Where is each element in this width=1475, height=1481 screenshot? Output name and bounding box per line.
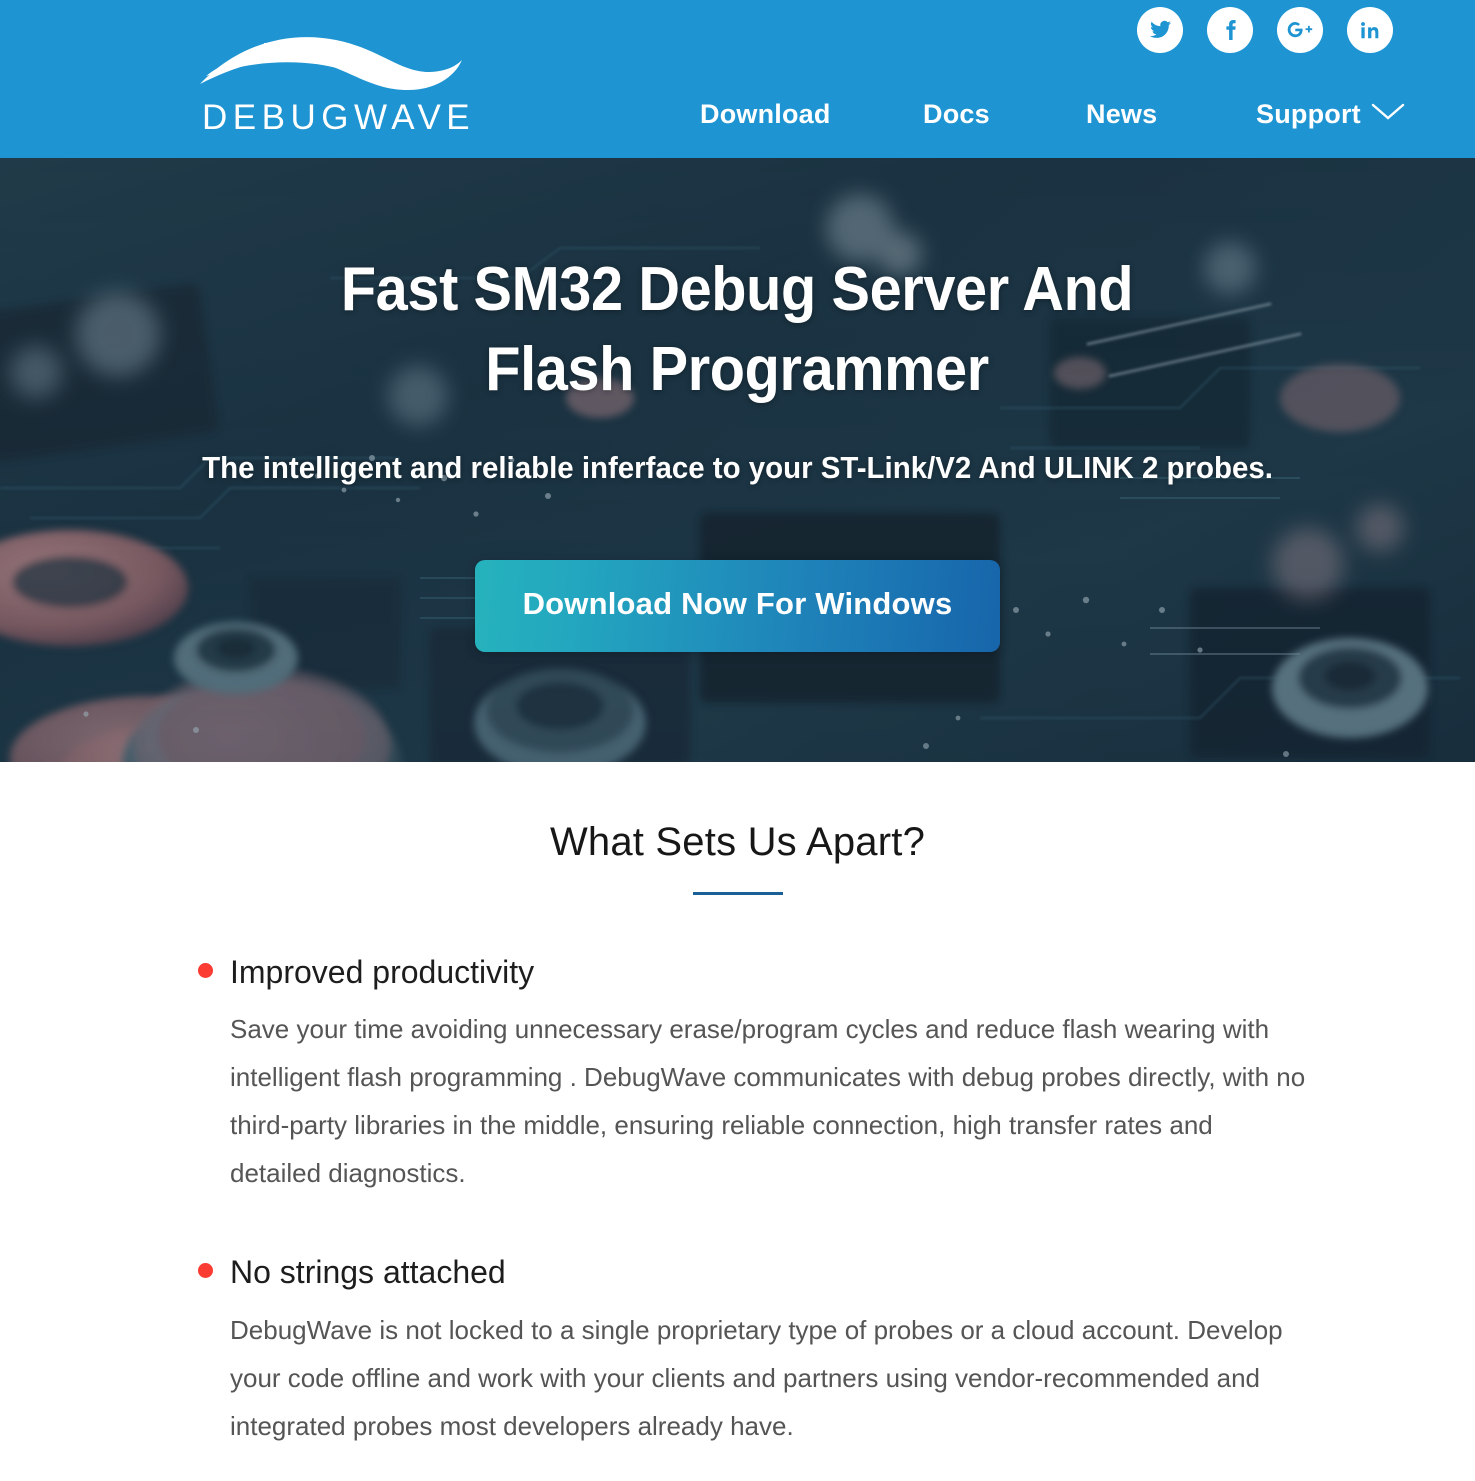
hero-title-line-2: Flash Programmer [485, 335, 990, 404]
main-navigation: Download Docs News Support [700, 99, 1405, 130]
feature-title: Improved productivity [230, 954, 535, 990]
section-underline [692, 892, 783, 895]
hero-subtitle: The intelligent and reliable inferface t… [202, 450, 1273, 485]
download-now-button[interactable]: Download Now For Windows [474, 560, 1001, 652]
feature-item: No strings attached DebugWave is not loc… [198, 1253, 1325, 1449]
social-link-linkedin[interactable] [1347, 7, 1393, 53]
hero-section: Fast SM32 Debug Server And Flash Program… [0, 158, 1475, 762]
brand-logo[interactable]: DEBUGWAVE [196, 26, 476, 137]
social-link-twitter[interactable] [1137, 7, 1183, 53]
social-link-googleplus[interactable] [1277, 7, 1323, 53]
feature-list: Improved productivity Save your time avo… [0, 953, 1475, 1481]
nav-link-news[interactable]: News [1086, 99, 1157, 130]
social-links [1137, 7, 1393, 53]
section-title: What Sets Us Apart? [549, 820, 926, 864]
site-header: DEBUGWAVE Download Docs News Support [0, 0, 1475, 158]
hero-title-line-1: Fast SM32 Debug Server And [341, 255, 1134, 324]
features-section: What Sets Us Apart? Improved productivit… [0, 762, 1475, 1481]
feature-item: Improved productivity Save your time avo… [198, 953, 1325, 1197]
brand-name: DEBUGWAVE [202, 98, 476, 137]
chevron-down-icon [1371, 102, 1405, 127]
feature-body: DebugWave is not locked to a single prop… [230, 1314, 1283, 1441]
bullet-dot-icon [198, 963, 213, 978]
twitter-icon [1148, 18, 1172, 42]
social-link-facebook[interactable] [1207, 7, 1253, 53]
feature-body: Save your time avoiding unnecessary eras… [230, 1014, 1306, 1189]
feature-title: No strings attached [230, 1254, 506, 1291]
bullet-dot-icon [198, 1263, 213, 1279]
nav-link-download[interactable]: Download [700, 99, 831, 130]
linkedin-icon [1359, 19, 1381, 41]
google-plus-icon [1287, 18, 1313, 42]
nav-link-support[interactable]: Support [1256, 99, 1361, 130]
facebook-icon [1218, 18, 1242, 42]
wave-logo-icon [196, 26, 464, 98]
nav-link-docs[interactable]: Docs [923, 99, 990, 130]
nav-item-support[interactable]: Support [1256, 99, 1405, 130]
hero-title: Fast SM32 Debug Server And Flash Program… [341, 250, 1134, 410]
